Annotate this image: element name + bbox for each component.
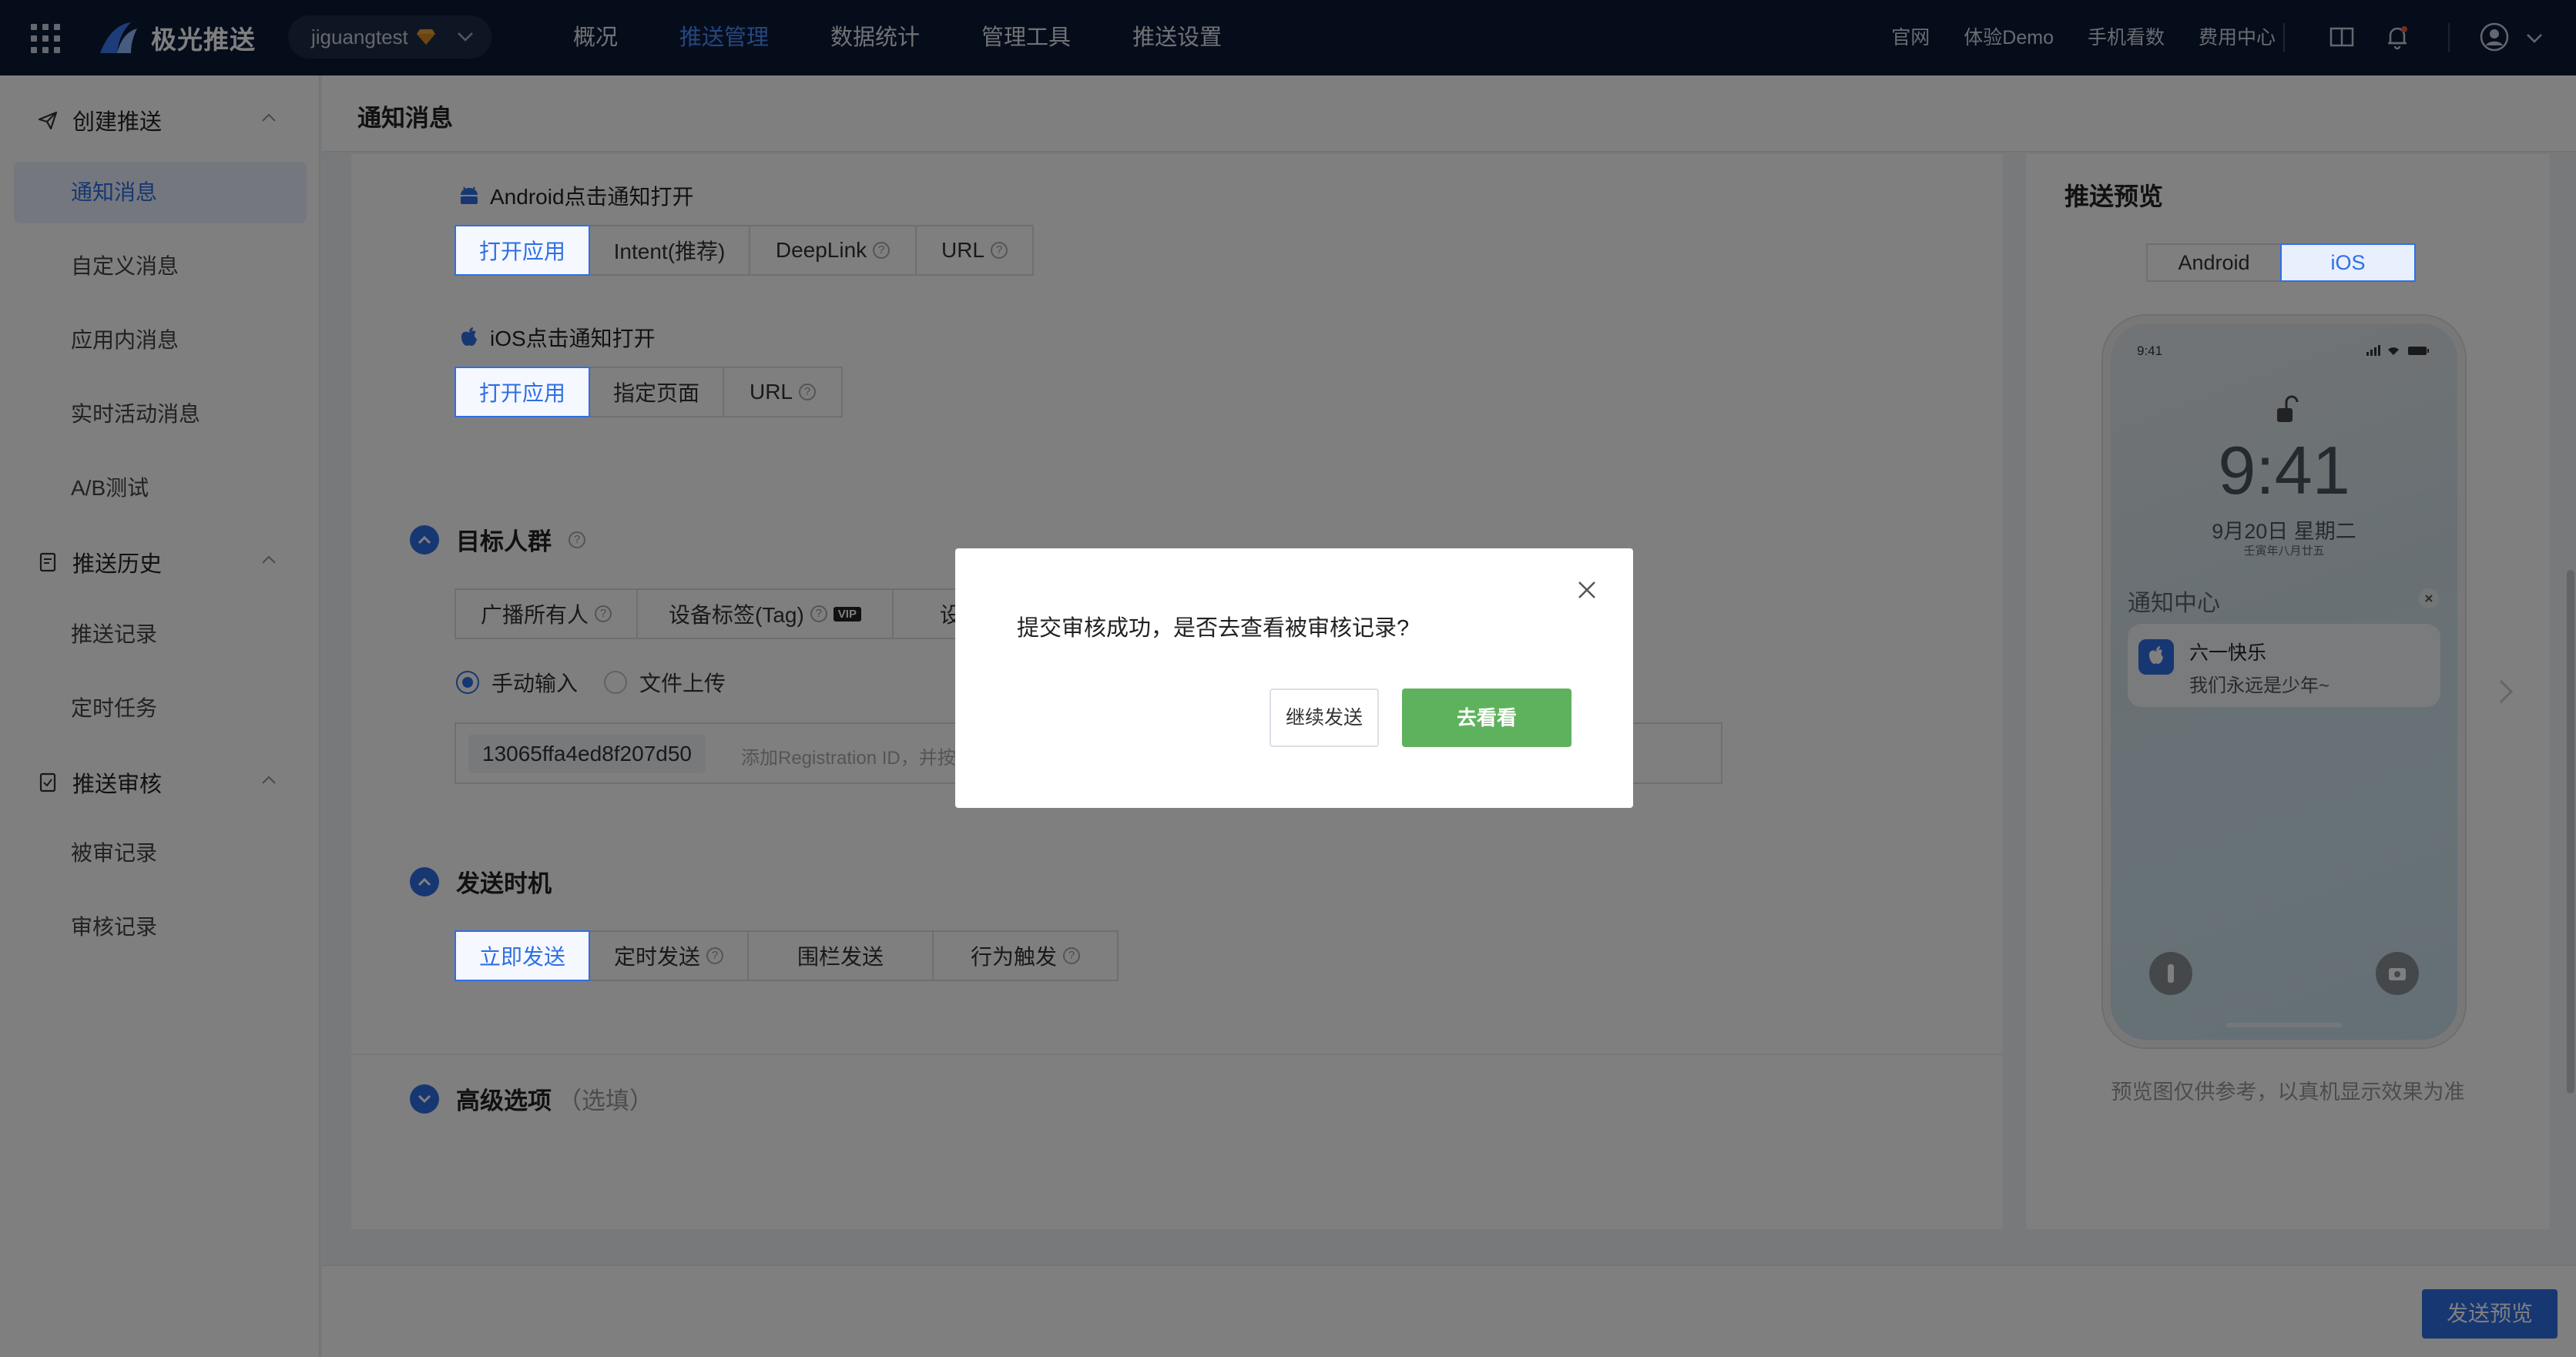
android-open-app-option[interactable]: 打开应用 bbox=[454, 225, 590, 276]
dialog-message: 提交审核成功，是否去查看被审核记录? bbox=[1017, 616, 1410, 641]
go-view-button[interactable]: 去看看 bbox=[1402, 689, 1571, 747]
close-icon[interactable] bbox=[1573, 576, 1601, 604]
review-success-dialog: 提交审核成功，是否去查看被审核记录? 继续发送 去看看 bbox=[955, 548, 1633, 808]
tab-ios[interactable]: iOS bbox=[2280, 243, 2416, 282]
send-now-option[interactable]: 立即发送 bbox=[454, 930, 590, 981]
continue-send-button[interactable]: 继续发送 bbox=[1270, 689, 1379, 747]
ios-open-app-option[interactable]: 打开应用 bbox=[454, 367, 590, 417]
